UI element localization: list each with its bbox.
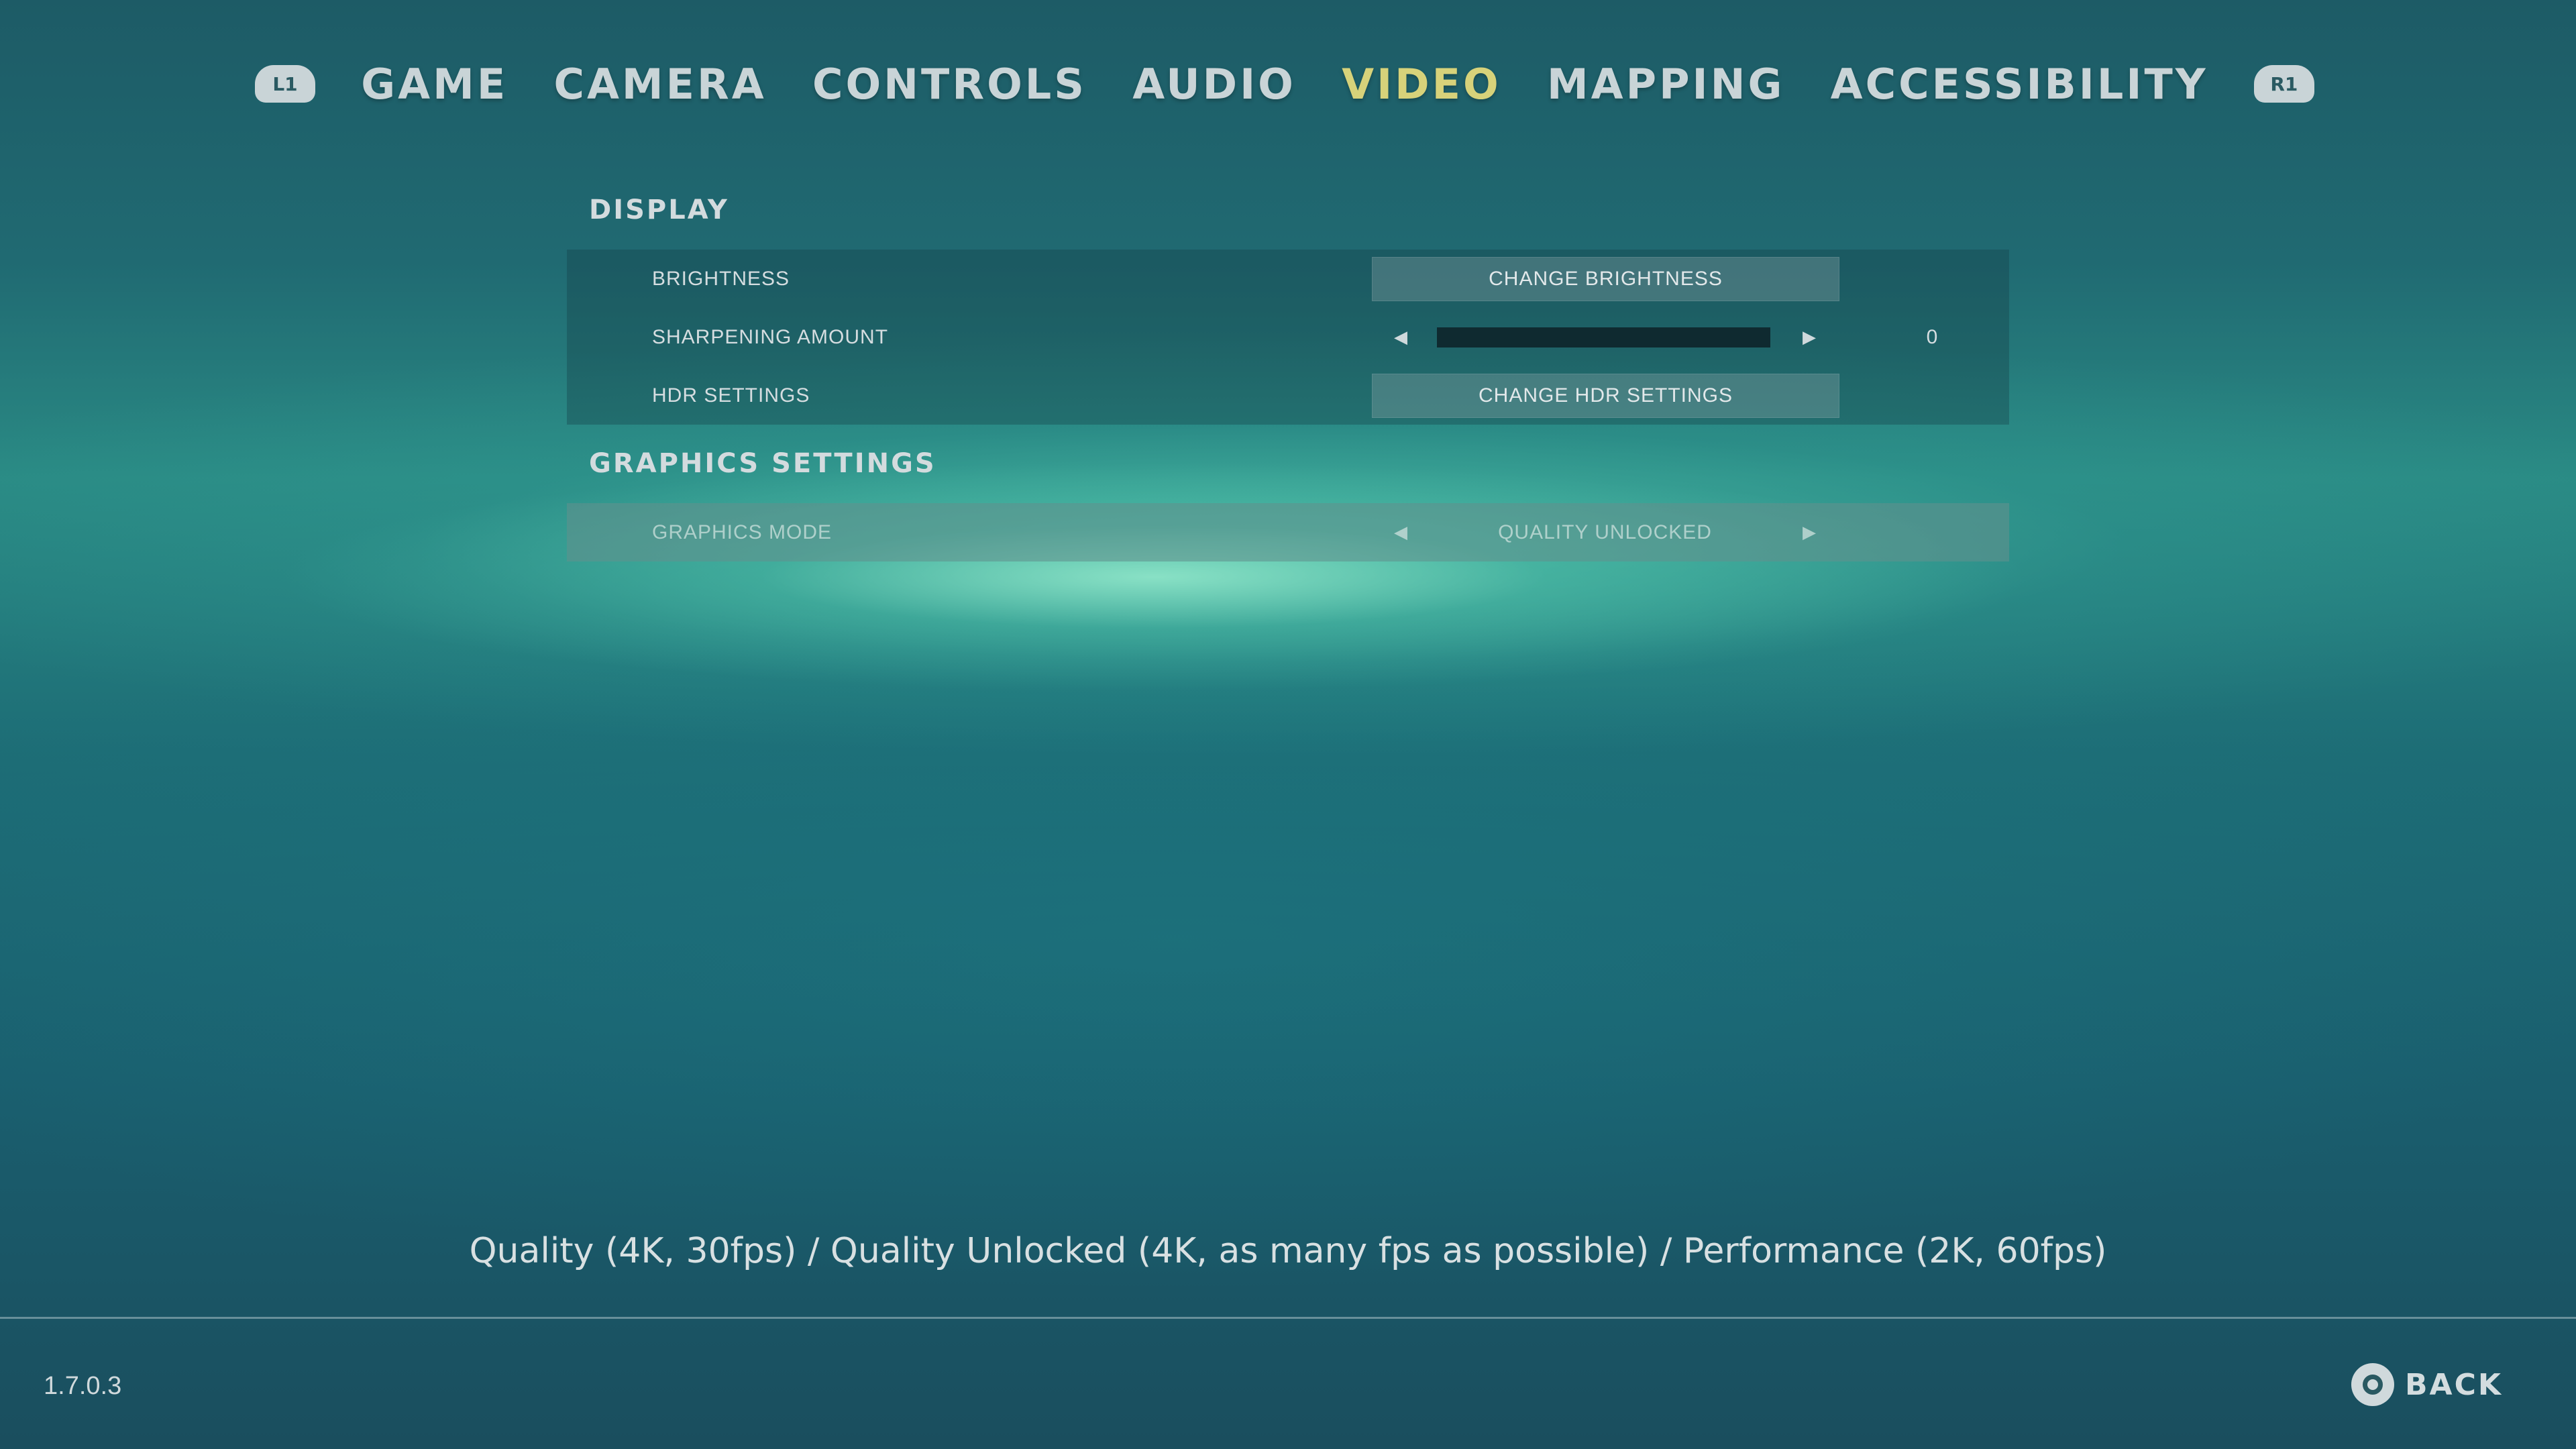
top-tab-bar: L1 GAME CAMERA CONTROLS AUDIO VIDEO MAPP… bbox=[255, 47, 2314, 121]
setting-description: Quality (4K, 30fps) / Quality Unlocked (… bbox=[469, 1231, 2107, 1271]
tab-mapping[interactable]: MAPPING bbox=[1547, 60, 1784, 109]
sharpening-right-arrow-icon[interactable]: ▶ bbox=[1803, 327, 1816, 347]
graphics-panel: GRAPHICS MODE ◀ QUALITY UNLOCKED ▶ bbox=[567, 503, 2009, 561]
tab-audio[interactable]: AUDIO bbox=[1132, 60, 1296, 109]
back-label: BACK bbox=[2405, 1367, 2503, 1402]
sharpening-slider[interactable] bbox=[1437, 327, 1770, 347]
section-title-graphics: GRAPHICS SETTINGS bbox=[589, 448, 936, 479]
sharpening-value: 0 bbox=[1926, 325, 1938, 348]
sharpening-left-arrow-icon[interactable]: ◀ bbox=[1394, 327, 1407, 347]
hdr-row: HDR SETTINGS CHANGE HDR SETTINGS bbox=[567, 366, 2009, 425]
tab-game[interactable]: GAME bbox=[361, 60, 508, 109]
back-button[interactable]: BACK bbox=[2351, 1360, 2503, 1409]
hdr-label: HDR SETTINGS bbox=[652, 384, 810, 407]
tab-camera[interactable]: CAMERA bbox=[553, 60, 766, 109]
change-hdr-settings-button[interactable]: CHANGE HDR SETTINGS bbox=[1372, 373, 1839, 418]
sharpening-label: SHARPENING AMOUNT bbox=[652, 325, 889, 348]
section-title-display: DISPLAY bbox=[589, 195, 729, 225]
graphics-mode-row[interactable]: GRAPHICS MODE ◀ QUALITY UNLOCKED ▶ bbox=[567, 503, 2009, 561]
tab-video[interactable]: VIDEO bbox=[1342, 60, 1501, 109]
display-panel: BRIGHTNESS CHANGE BRIGHTNESS SHARPENING … bbox=[567, 250, 2009, 425]
brightness-label: BRIGHTNESS bbox=[652, 267, 790, 290]
graphics-mode-label: GRAPHICS MODE bbox=[652, 521, 833, 543]
graphics-mode-value: QUALITY UNLOCKED bbox=[1498, 521, 1712, 543]
version-label: 1.7.0.3 bbox=[44, 1372, 122, 1400]
circle-button-icon bbox=[2351, 1363, 2394, 1406]
footer-divider bbox=[0, 1317, 2576, 1319]
sharpening-row: SHARPENING AMOUNT ◀ ▶ 0 bbox=[567, 308, 2009, 366]
tab-accessibility[interactable]: ACCESSIBILITY bbox=[1831, 60, 2208, 109]
l1-shoulder-button[interactable]: L1 bbox=[255, 65, 315, 103]
graphics-mode-right-arrow-icon[interactable]: ▶ bbox=[1803, 523, 1816, 543]
brightness-row: BRIGHTNESS CHANGE BRIGHTNESS bbox=[567, 250, 2009, 308]
change-brightness-button[interactable]: CHANGE BRIGHTNESS bbox=[1372, 256, 1839, 301]
tab-controls[interactable]: CONTROLS bbox=[812, 60, 1087, 109]
r1-shoulder-button[interactable]: R1 bbox=[2253, 65, 2314, 103]
